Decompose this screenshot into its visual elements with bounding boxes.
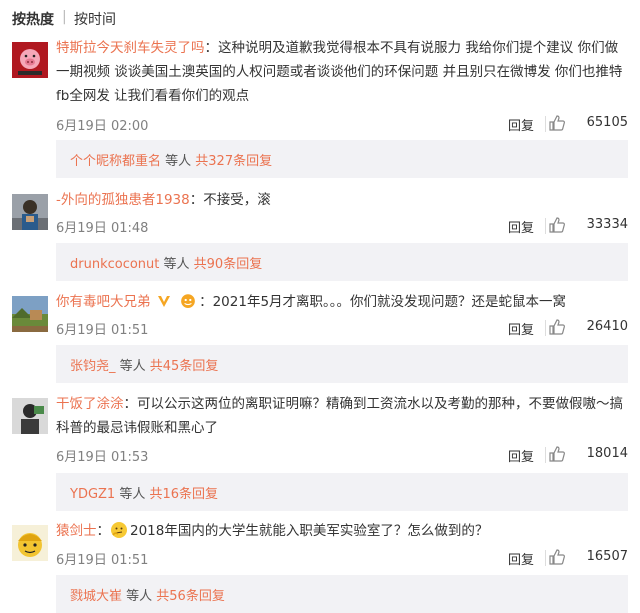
like-count: 18014 <box>586 446 628 461</box>
person-avatar-icon <box>12 194 48 230</box>
reply-button[interactable]: 回复 <box>508 319 534 338</box>
like-count: 26410 <box>586 319 628 334</box>
sub-reply-username[interactable]: 个个昵称都重名 <box>70 154 161 169</box>
comment-item: -外向的孤独患者1938：不接受，滚 6月19日 01:48 回复 33334 … <box>0 188 640 283</box>
person-avatar-icon <box>12 398 48 434</box>
thumbs-up-icon[interactable] <box>548 445 566 463</box>
comment-item: 猿剑士： 2018年国内的大学生就能入职美军实验室了？怎么做到的？ 6月19日 … <box>0 519 640 613</box>
sub-reply-others: 等人 <box>115 359 150 374</box>
comment-meta: 6月19日 01:53 回复 18014 <box>56 444 628 466</box>
sub-reply-username[interactable]: 戮城大崔 <box>70 589 122 604</box>
comment-body: 特斯拉今天刹车失灵了吗：这种说明及道歉我觉得根本不具有说服力 我给你们提个建议 … <box>56 36 628 108</box>
thumbs-up-icon[interactable] <box>548 548 566 566</box>
sub-reply-count[interactable]: 共45条回复 <box>150 359 219 374</box>
sort-by-time-tab[interactable]: 按时间 <box>74 9 116 29</box>
sub-replies-box[interactable]: 个个昵称都重名 等人 共327条回复 <box>56 140 628 178</box>
like-count: 33334 <box>586 217 628 232</box>
divider <box>545 218 546 234</box>
sort-separator: | <box>62 9 67 25</box>
member-badge-icon <box>181 294 195 308</box>
comment-body: 你有毒吧大兄弟 ：2021年5月才离职。。。你们就没发现问题？还是蛇鼠本一窝 <box>56 290 628 314</box>
avatar[interactable] <box>12 42 48 78</box>
comment-meta: 6月19日 01:51 回复 16507 <box>56 547 628 569</box>
comment-text: ：2021年5月才离职。。。你们就没发现问题？还是蛇鼠本一窝 <box>199 294 567 310</box>
comment-meta: 6月19日 01:51 回复 26410 <box>56 317 628 339</box>
sort-by-hot-tab[interactable]: 按热度 <box>12 9 54 29</box>
like-count: 65105 <box>586 115 628 130</box>
comment-text: 2018年国内的大学生就能入职美军实验室了？怎么做到的？ <box>130 523 489 539</box>
reply-button[interactable]: 回复 <box>508 446 534 465</box>
divider <box>545 550 546 566</box>
comment-body: -外向的孤独患者1938：不接受，滚 <box>56 188 628 212</box>
comment-date: 6月19日 02:00 <box>56 119 149 134</box>
comment-text: ：不接受，滚 <box>189 192 271 208</box>
comment-body: 干饭了涂涂：可以公示这两位的离职证明嘛？精确到工资流水以及考勤的那种，不要做假嗷… <box>56 392 628 440</box>
comment-text: ：可以公示这两位的离职证明嘛？精确到工资流水以及考勤的那种，不要做假嗷～搞科普的… <box>56 396 623 436</box>
avatar[interactable] <box>12 525 48 561</box>
sub-reply-count[interactable]: 共56条回复 <box>156 589 225 604</box>
sub-reply-others: 等人 <box>115 487 150 502</box>
comment-date: 6月19日 01:51 <box>56 323 149 338</box>
thinking-emoji-icon <box>111 522 127 538</box>
comment-meta: 6月19日 02:00 回复 65105 <box>56 113 628 135</box>
sub-reply-others: 等人 <box>161 154 196 169</box>
comment-date: 6月19日 01:48 <box>56 221 149 236</box>
sub-replies-box[interactable]: YDGZ1 等人 共16条回复 <box>56 473 628 511</box>
sub-replies-box[interactable]: 张钧尧_ 等人 共45条回复 <box>56 345 628 383</box>
sub-replies-box[interactable]: 戮城大崔 等人 共56条回复 <box>56 575 628 613</box>
avatar[interactable] <box>12 296 48 332</box>
comment-meta: 6月19日 01:48 回复 33334 <box>56 215 628 237</box>
verified-v-icon <box>157 296 170 307</box>
divider <box>545 320 546 336</box>
sub-reply-count[interactable]: 共16条回复 <box>149 487 218 502</box>
reply-button[interactable]: 回复 <box>508 115 534 134</box>
comment-item: 特斯拉今天刹车失灵了吗：这种说明及道歉我觉得根本不具有说服力 我给你们提个建议 … <box>0 36 640 181</box>
comment-date: 6月19日 01:51 <box>56 553 149 568</box>
thumbs-up-icon[interactable] <box>548 114 566 132</box>
sub-reply-count[interactable]: 共327条回复 <box>195 154 272 169</box>
sub-replies-box[interactable]: drunkcoconut 等人 共90条回复 <box>56 243 628 281</box>
comment-prefix: ： <box>96 523 111 539</box>
divider <box>545 116 546 132</box>
sub-reply-username[interactable]: 张钧尧_ <box>70 359 116 374</box>
comment-username[interactable]: 干饭了涂涂 <box>56 396 124 412</box>
reply-button[interactable]: 回复 <box>508 217 534 236</box>
comment-body: 猿剑士： 2018年国内的大学生就能入职美军实验室了？怎么做到的？ <box>56 519 628 543</box>
avatar[interactable] <box>12 194 48 230</box>
landscape-avatar-icon <box>12 296 48 332</box>
pig-avatar-icon <box>12 42 48 78</box>
avatar[interactable] <box>12 398 48 434</box>
like-count: 16507 <box>586 549 628 564</box>
comment-username[interactable]: 你有毒吧大兄弟 <box>56 294 151 310</box>
thumbs-up-icon[interactable] <box>548 318 566 336</box>
cartoon-avatar-icon <box>12 525 48 561</box>
sub-reply-others: 等人 <box>159 257 194 272</box>
reply-button[interactable]: 回复 <box>508 549 534 568</box>
sub-reply-username[interactable]: drunkcoconut <box>70 257 159 272</box>
sub-reply-others: 等人 <box>122 589 157 604</box>
sub-reply-count[interactable]: 共90条回复 <box>194 257 263 272</box>
sub-reply-username[interactable]: YDGZ1 <box>70 487 115 502</box>
comment-username[interactable]: 特斯拉今天刹车失灵了吗 <box>56 40 205 56</box>
thumbs-up-icon[interactable] <box>548 216 566 234</box>
comment-item: 干饭了涂涂：可以公示这两位的离职证明嘛？精确到工资流水以及考勤的那种，不要做假嗷… <box>0 392 640 512</box>
comment-username[interactable]: -外向的孤独患者1938 <box>56 192 190 208</box>
sort-bar: 按热度 | 按时间 <box>0 0 640 36</box>
comment-item: 你有毒吧大兄弟 ：2021年5月才离职。。。你们就没发现问题？还是蛇鼠本一窝 6… <box>0 290 640 385</box>
divider <box>545 447 546 463</box>
comment-username[interactable]: 猿剑士 <box>56 523 97 539</box>
comment-date: 6月19日 01:53 <box>56 450 149 465</box>
